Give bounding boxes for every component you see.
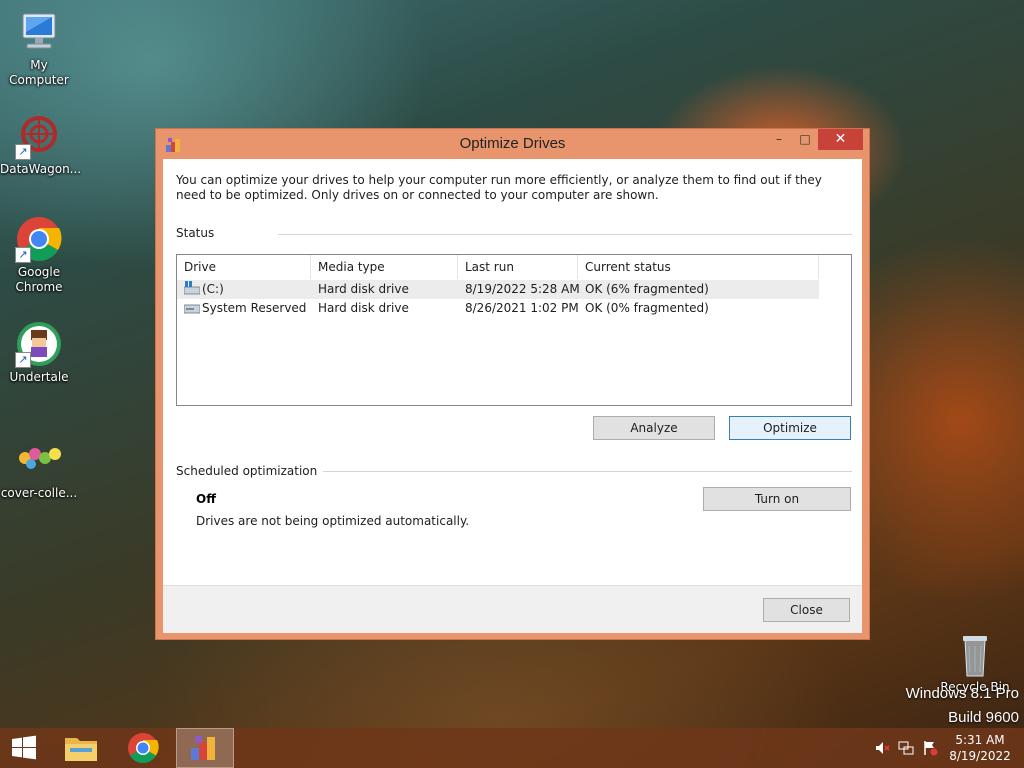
status-section-label: Status: [176, 226, 215, 240]
column-header-drive[interactable]: Drive: [177, 255, 311, 279]
media-type-cell: Hard disk drive: [318, 301, 409, 315]
drive-row-c[interactable]: (C:) Hard disk drive 8/19/2022 5:28 AM O…: [177, 280, 819, 299]
cover-collection-icon: [15, 436, 63, 484]
drive-cell: System Reserved: [177, 299, 306, 318]
maximize-button[interactable]: □: [792, 129, 818, 150]
network-icon[interactable]: [898, 740, 914, 756]
chrome-icon: [128, 733, 159, 764]
title-bar[interactable]: Optimize Drives – □ ✕: [156, 129, 869, 159]
clock-time: 5:31 AM: [955, 733, 1005, 747]
recycle-bin-icon: [951, 630, 999, 678]
column-header-last-run[interactable]: Last run: [458, 255, 578, 279]
taskbar: 5:31 AM 8/19/2022: [0, 728, 1024, 768]
media-type-cell: Hard disk drive: [318, 282, 409, 296]
schedule-state: Off: [196, 492, 216, 506]
optimize-drives-window: Optimize Drives – □ ✕ You can optimize y…: [155, 128, 870, 640]
drives-list[interactable]: Drive Media type Last run Current status: [176, 254, 852, 406]
desktop-icon-my-computer[interactable]: My Computer: [0, 8, 78, 88]
current-status-cell: OK (6% fragmented): [585, 282, 709, 296]
file-explorer-icon: [65, 738, 97, 761]
window-client-area: You can optimize your drives to help you…: [163, 159, 862, 633]
schedule-detail: Drives are not being optimized automatic…: [196, 514, 470, 528]
taskbar-clock[interactable]: 5:31 AM 8/19/2022: [940, 732, 1020, 764]
drives-list-header: Drive Media type Last run Current status: [177, 255, 819, 279]
clock-date: 8/19/2022: [949, 749, 1011, 763]
shortcut-arrow-icon: ↗: [15, 144, 31, 160]
minimize-button[interactable]: –: [766, 129, 792, 150]
hard-drive-icon: [183, 300, 201, 314]
window-title: Optimize Drives: [459, 135, 566, 152]
os-watermark-line2: Build 9600: [948, 709, 1019, 726]
analyze-button[interactable]: Analyze: [593, 416, 715, 440]
windows-logo-icon: [12, 735, 36, 760]
scheduled-optimization-label: Scheduled optimization: [176, 464, 318, 478]
os-watermark-line1: Windows 8.1 Pro: [905, 685, 1019, 702]
status-divider: [278, 234, 852, 235]
drive-cell: (C:): [177, 280, 224, 299]
desktop-icon-label: My Computer: [9, 58, 69, 87]
drive-row-system-reserved[interactable]: System Reserved Hard disk drive 8/26/202…: [177, 299, 819, 318]
desktop-icon-label: cover-colle...: [0, 486, 78, 500]
chrome-icon: ↗: [15, 215, 63, 263]
taskbar-google-chrome[interactable]: [120, 728, 166, 768]
defrag-app-icon: [191, 736, 215, 760]
column-header-current-status[interactable]: Current status: [578, 255, 819, 279]
optimize-button[interactable]: Optimize: [729, 416, 851, 440]
last-run-cell: 8/19/2022 5:28 AM: [465, 282, 580, 296]
desktop-icon-undertale[interactable]: ↗ Undertale: [0, 320, 78, 385]
window-footer: Close: [163, 585, 862, 633]
datawagon-icon: ↗: [15, 112, 63, 160]
desktop-icon-cover-collection[interactable]: cover-colle...: [0, 436, 78, 501]
action-center-flag-icon[interactable]: [922, 740, 938, 756]
desktop-icon-google-chrome[interactable]: ↗ Google Chrome: [0, 215, 78, 295]
desktop-icon-label: Undertale: [9, 370, 69, 384]
current-status-cell: OK (0% fragmented): [585, 301, 709, 315]
scheduled-divider: [323, 471, 852, 472]
drive-name: (C:): [202, 282, 224, 296]
shortcut-arrow-icon: ↗: [15, 352, 31, 368]
start-button[interactable]: [0, 728, 48, 768]
last-run-cell: 8/26/2021 1:02 PM: [465, 301, 579, 315]
shortcut-arrow-icon: ↗: [15, 247, 31, 263]
speaker-muted-icon[interactable]: [874, 740, 890, 756]
turn-on-button[interactable]: Turn on: [703, 487, 851, 511]
desktop-icon-label: Google Chrome: [15, 265, 63, 294]
column-header-media-type[interactable]: Media type: [311, 255, 458, 279]
desktop-icon-label: DataWagon...: [0, 162, 82, 176]
taskbar-optimize-drives[interactable]: [176, 728, 234, 768]
close-button[interactable]: Close: [763, 598, 850, 622]
desktop-icon-datawagon[interactable]: ↗ DataWagon...: [0, 112, 82, 177]
drive-name: System Reserved: [202, 301, 307, 315]
computer-icon: [15, 8, 63, 56]
taskbar-file-explorer[interactable]: [58, 728, 104, 768]
windows-drive-icon: [183, 281, 201, 295]
description-text: You can optimize your drives to help you…: [176, 173, 822, 202]
close-window-button[interactable]: ✕: [818, 129, 863, 150]
undertale-icon: ↗: [15, 320, 63, 368]
